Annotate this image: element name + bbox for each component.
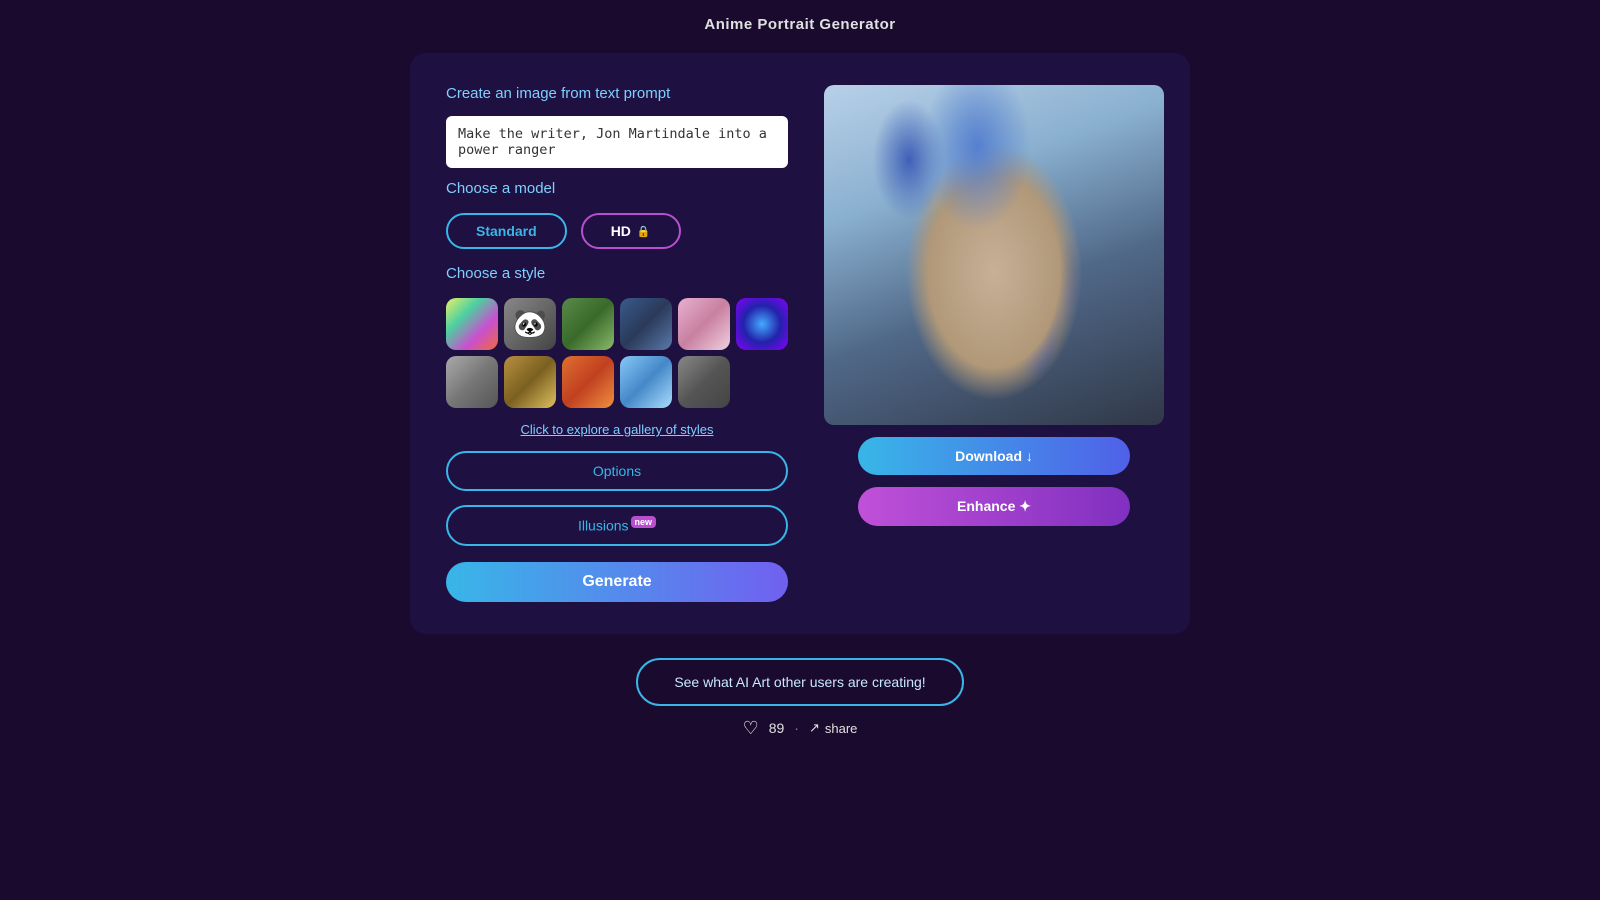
style-thumb-5[interactable] <box>678 298 730 350</box>
explore-gallery-link[interactable]: Click to explore a gallery of styles <box>446 422 788 437</box>
style-label: Choose a style <box>446 265 788 282</box>
share-icon: ↗ <box>809 720 820 736</box>
style-thumb-10[interactable] <box>620 356 672 408</box>
illusions-button[interactable]: Illusionsnew <box>446 505 788 546</box>
portrait-art <box>824 85 1164 425</box>
hd-label: HD <box>611 223 631 239</box>
enhance-button[interactable]: Enhance ✦ <box>858 487 1130 526</box>
page-wrapper: Create an image from text prompt Make th… <box>0 43 1600 739</box>
style-thumb-1[interactable] <box>446 298 498 350</box>
right-panel: Download ↓ Enhance ✦ <box>824 85 1164 602</box>
style-thumb-8[interactable] <box>504 356 556 408</box>
illusions-label: Illusions <box>578 518 629 534</box>
generated-image <box>824 85 1164 425</box>
style-thumb-9[interactable] <box>562 356 614 408</box>
prompt-input[interactable]: Make the writer, Jon Martindale into a p… <box>446 116 788 168</box>
social-row: ♡ 89 · ↗ share <box>743 718 858 739</box>
lock-icon: 🔒 <box>637 225 651 238</box>
model-hd-button[interactable]: HD 🔒 <box>581 213 681 249</box>
panda-icon: 🐼 <box>513 310 548 338</box>
like-button[interactable]: ♡ <box>743 718 759 739</box>
main-card: Create an image from text prompt Make th… <box>410 53 1190 634</box>
download-button[interactable]: Download ↓ <box>858 437 1130 475</box>
see-art-button[interactable]: See what AI Art other users are creating… <box>636 658 963 706</box>
share-label: share <box>825 721 858 736</box>
model-label: Choose a model <box>446 180 788 197</box>
style-thumb-2[interactable]: 🐼 <box>504 298 556 350</box>
left-panel: Create an image from text prompt Make th… <box>446 85 788 602</box>
style-grid: 🐼 <box>446 298 788 408</box>
generate-button[interactable]: Generate <box>446 562 788 602</box>
new-badge: new <box>631 516 657 528</box>
style-thumb-6[interactable] <box>736 298 788 350</box>
model-standard-button[interactable]: Standard <box>446 213 567 249</box>
create-label: Create an image from text prompt <box>446 85 788 102</box>
style-thumb-3[interactable] <box>562 298 614 350</box>
like-count: 89 <box>769 720 785 736</box>
dot-separator: · <box>794 720 799 736</box>
style-thumb-7[interactable] <box>446 356 498 408</box>
style-thumb-4[interactable] <box>620 298 672 350</box>
share-button[interactable]: ↗ share <box>809 720 857 736</box>
style-thumb-11[interactable] <box>678 356 730 408</box>
model-row: Standard HD 🔒 <box>446 213 788 249</box>
options-button[interactable]: Options <box>446 451 788 491</box>
app-title: Anime Portrait Generator <box>704 16 895 33</box>
